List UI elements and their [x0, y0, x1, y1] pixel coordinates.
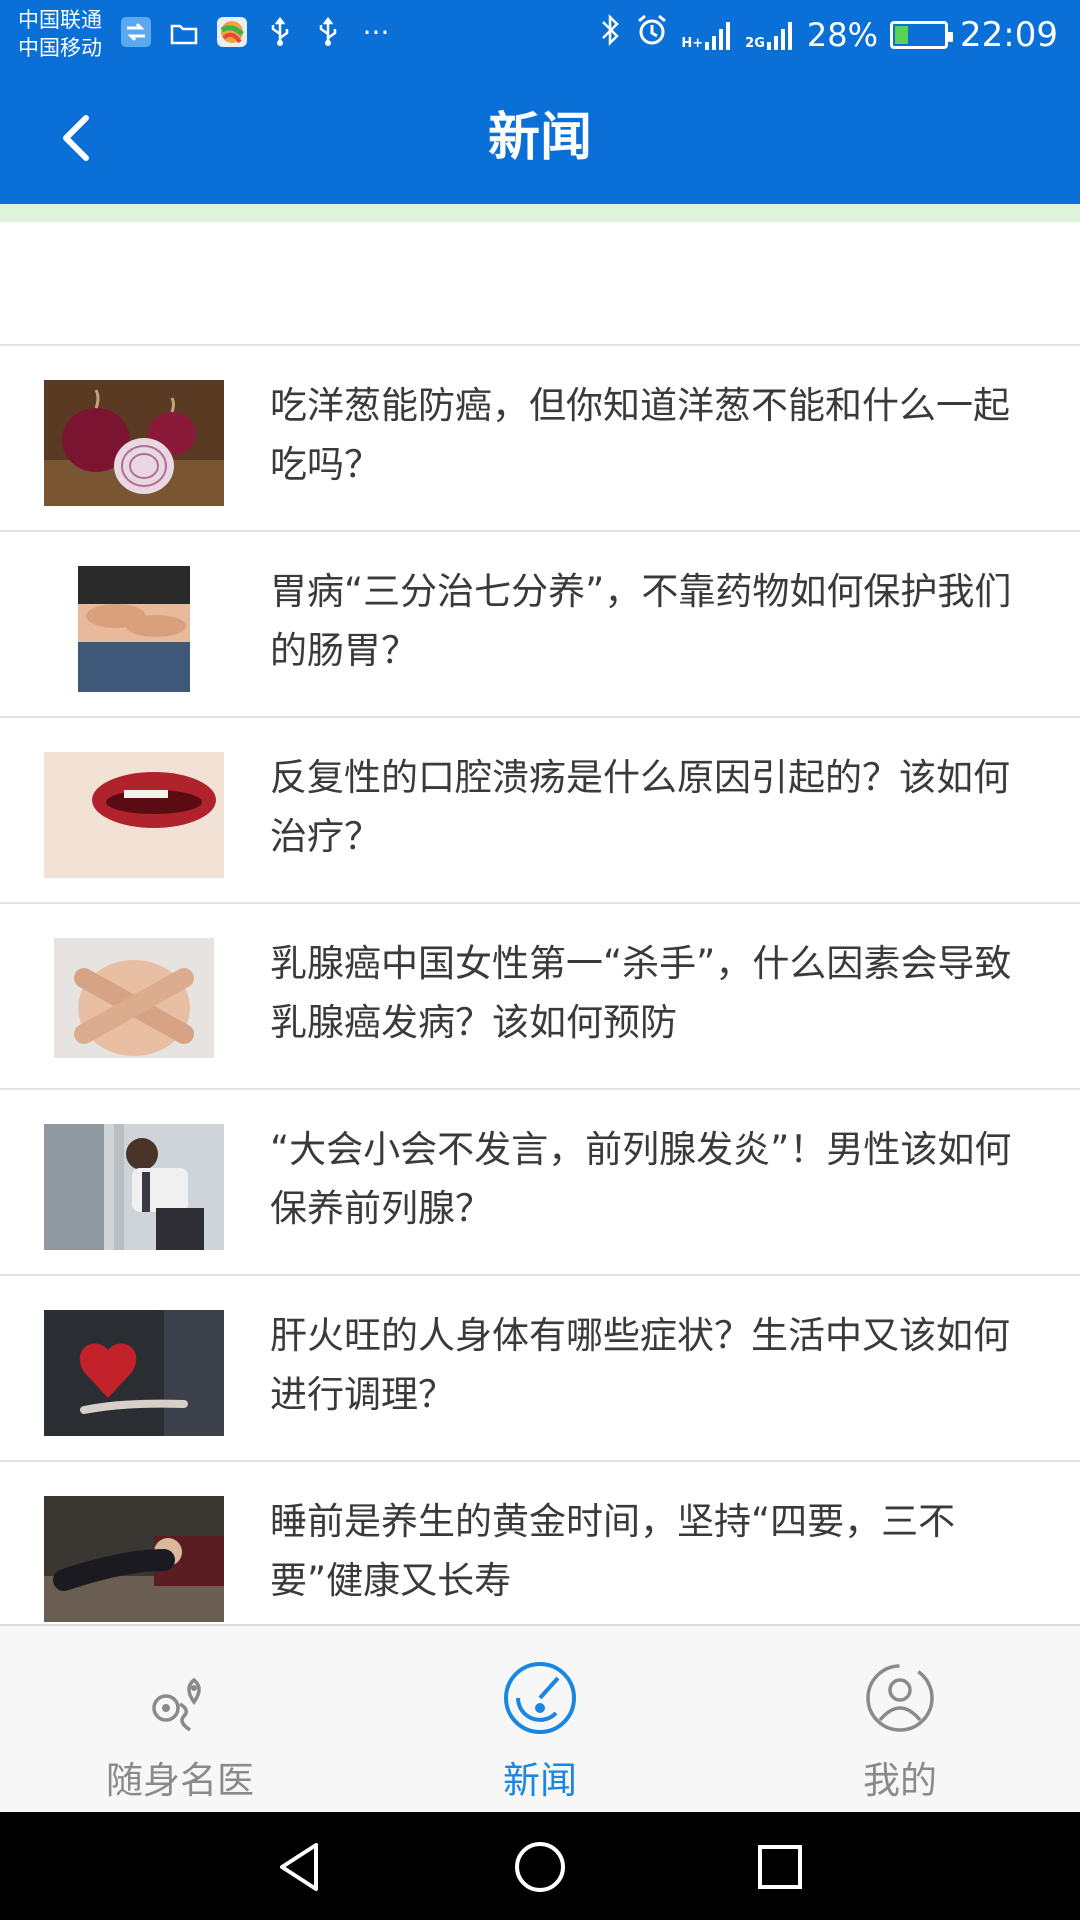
news-item[interactable]: 反复性的口腔溃疡是什么原因引起的？该如何治疗？: [0, 718, 1080, 904]
bottom-tab-bar: 随身名医 新闻 我的: [0, 1624, 1080, 1812]
triangle-back-icon: [280, 1843, 318, 1891]
carrier-1: 中国联通: [18, 8, 102, 32]
carrier-2: 中国移动: [18, 36, 102, 60]
sleep-thumbnail: [44, 1496, 224, 1622]
network-type-1: H+: [681, 35, 704, 51]
signal-strength-icon-1: H+: [681, 20, 733, 50]
news-item[interactable]: “大会小会不发言，前列腺发炎”！男性该如何保养前列腺？: [0, 1090, 1080, 1276]
news-title: 反复性的口腔溃疡是什么原因引起的？该如何治疗？: [270, 756, 1010, 858]
news-title: 睡前是养生的黄金时间，坚持“四要，三不要”健康又长寿: [270, 1500, 956, 1602]
system-status: H+ 2G 28% 22:09: [599, 12, 1058, 57]
signal-strength-icon-2: 2G: [745, 20, 795, 50]
radar-icon: [504, 1662, 576, 1734]
battery-percent: 28%: [806, 15, 879, 54]
news-item[interactable]: 睡前是养生的黄金时间，坚持“四要，三不要”健康又长寿: [0, 1462, 1080, 1624]
app-ball-icon: [216, 16, 248, 48]
heart-hand-thumbnail: [44, 1310, 224, 1436]
news-title: “大会小会不发言，前列腺发炎”！男性该如何保养前列腺？: [270, 1128, 1012, 1230]
news-item[interactable]: 乳腺癌中国女性第一“杀手”，什么因素会导致乳腺癌发病？该如何预防: [0, 904, 1080, 1090]
news-title: 肝火旺的人身体有哪些症状？生活中又该如何进行调理？: [270, 1314, 1010, 1416]
stomach-thumbnail: [44, 566, 224, 692]
circle-home-icon: [515, 1842, 565, 1892]
location-pin-icon: [152, 1677, 201, 1732]
tab-label: 我的: [863, 1759, 937, 1802]
bluetooth-icon: [599, 12, 623, 57]
folder-icon: [168, 16, 200, 48]
news-list: 吃洋葱能防癌，但你知道洋葱不能和什么一起吃吗？ 胃病“三分治七分养”，不靠药物如…: [0, 346, 1080, 1624]
status-bar: 中国联通 中国移动 ··· H+ 2G 28% 22:09: [0, 0, 1080, 72]
data-transfer-icon: [120, 16, 152, 48]
news-item[interactable]: 胃病“三分治七分养”，不靠药物如何保护我们的肠胃？: [0, 532, 1080, 718]
network-type-2: 2G: [745, 35, 765, 51]
nav-back-button[interactable]: [265, 1832, 335, 1902]
alarm-icon: [635, 13, 669, 56]
usb-icon: [264, 16, 296, 48]
news-item[interactable]: 肝火旺的人身体有哪些症状？生活中又该如何进行调理？: [0, 1276, 1080, 1462]
nav-home-button[interactable]: [505, 1832, 575, 1902]
system-nav-bar: [0, 1812, 1080, 1920]
carrier-info: 中国联通 中国移动: [18, 6, 102, 62]
tab-profile[interactable]: 我的: [720, 1626, 1080, 1812]
square-recents-icon: [758, 1845, 802, 1889]
app-header: 新闻: [0, 72, 1080, 204]
notification-icons: ···: [120, 15, 392, 49]
page-title: 新闻: [487, 108, 592, 168]
onion-thumbnail: [44, 380, 224, 506]
tab-label: 随身名医: [106, 1759, 254, 1802]
news-title: 乳腺癌中国女性第一“杀手”，什么因素会导致乳腺癌发病？该如何预防: [270, 942, 1012, 1044]
user-icon: [866, 1664, 934, 1732]
usb-debug-icon: [312, 16, 344, 48]
progress-strip: [0, 204, 1080, 222]
news-item[interactable]: 吃洋葱能防癌，但你知道洋葱不能和什么一起吃吗？: [0, 346, 1080, 532]
more-notifications-icon: ···: [362, 15, 390, 49]
news-title: 吃洋葱能防癌，但你知道洋葱不能和什么一起吃吗？: [270, 384, 1010, 486]
mouth-thumbnail: [44, 752, 224, 878]
breast-thumbnail: [44, 938, 224, 1064]
news-title: 胃病“三分治七分养”，不靠药物如何保护我们的肠胃？: [270, 570, 1012, 672]
tab-news[interactable]: 新闻: [360, 1626, 720, 1812]
battery-fill: [895, 25, 909, 44]
banner-area: [0, 222, 1080, 346]
nav-recents-button[interactable]: [745, 1832, 815, 1902]
tab-label: 新闻: [503, 1759, 577, 1802]
battery-icon: [890, 20, 954, 49]
tab-doctor[interactable]: 随身名医: [0, 1626, 360, 1812]
clock: 22:09: [960, 14, 1058, 55]
man-restroom-thumbnail: [44, 1124, 224, 1250]
